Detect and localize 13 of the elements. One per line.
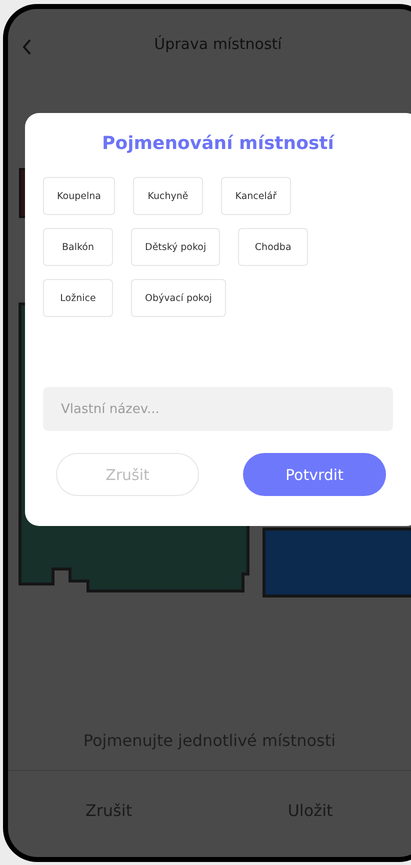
- room-name-chip[interactable]: Kancelář: [220, 177, 291, 215]
- room-name-chip[interactable]: Balkón: [43, 228, 113, 266]
- confirm-button[interactable]: Potvrdit: [243, 453, 386, 496]
- screen-title: Úprava místností: [154, 35, 282, 53]
- custom-name-field[interactable]: Vlastní název...: [43, 387, 393, 431]
- room-name-chip[interactable]: Koupelna: [43, 177, 115, 215]
- room-name-chip[interactable]: Kuchyně: [132, 177, 203, 215]
- room-name-chip[interactable]: Chodba: [238, 228, 308, 266]
- room-name-chip[interactable]: Ložnice: [43, 279, 113, 317]
- room-name-chip[interactable]: Obývací pokoj: [131, 279, 226, 317]
- room-name-chip[interactable]: Dětský pokoj: [131, 228, 220, 266]
- back-icon[interactable]: [22, 39, 32, 55]
- dialog-title: Pojmenování místností: [101, 133, 336, 154]
